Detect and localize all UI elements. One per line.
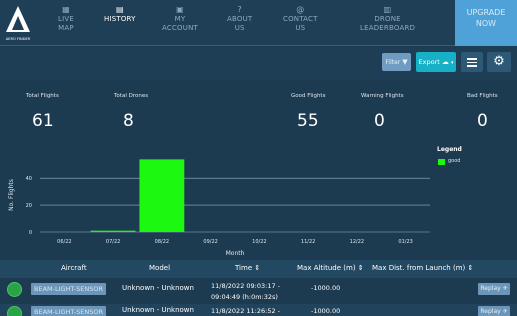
sort-icon: ⇕: [467, 264, 474, 272]
y-tick-label: 40: [26, 176, 32, 182]
map-icon: ▦: [62, 5, 70, 14]
nav-contact-us[interactable]: @ CONTACT US: [283, 5, 318, 33]
upgrade-now-button[interactable]: UPGRADE NOW: [455, 0, 517, 46]
time-cell-line1: 11/8/2022 09:03:17 -: [211, 282, 280, 290]
status-indicator-good: [7, 306, 22, 316]
model-cell: Unknown - Unknown: [122, 306, 194, 314]
aerofinder-logo[interactable]: AERO FINDER: [3, 2, 33, 44]
upgrade-label-1: UPGRADE: [466, 8, 506, 17]
nav-account-label-1: MY: [174, 15, 186, 23]
total-drones-label: Total Drones: [114, 93, 149, 99]
replay-label: Replay: [480, 308, 501, 315]
logo-text: AERO FINDER: [6, 37, 31, 41]
y-tick-label: 0: [29, 230, 32, 236]
nav-live-map[interactable]: ▦ LIVE MAP: [58, 5, 74, 33]
nav-leaderboard-label-1: DRONE: [374, 15, 401, 23]
replay-button[interactable]: Replay ✈: [478, 306, 510, 316]
x-tick-label: 01/23: [398, 239, 412, 245]
bar-07/22: [90, 230, 136, 232]
header-time[interactable]: Time ⇕: [235, 264, 260, 272]
flights-chart: 0 20 40 06/22 07/22 08/22 09/22 10/22 11/22 12/22…: [8, 159, 430, 257]
model-cell: Unknown - Unknown: [122, 284, 194, 292]
warning-flights-value: 0: [374, 111, 385, 131]
x-tick-label: 10/22: [252, 239, 266, 245]
x-axis-label: Month: [226, 250, 245, 257]
nav-contact-label-1: CONTACT: [283, 15, 318, 23]
bad-flights-value: 0: [477, 111, 488, 131]
nav-about-label-2: US: [234, 24, 245, 32]
time-cell-line2: 09:04:49 (h:0m:32s): [211, 293, 278, 301]
x-tick-label: 06/22: [57, 239, 71, 245]
contact-icon: @: [296, 5, 305, 14]
nav-live-map-label-2: MAP: [58, 24, 74, 32]
bar-08/22: [139, 159, 185, 232]
nav-drone-leaderboard[interactable]: ▥ DRONE LEADERBOARD: [360, 5, 415, 33]
cloud-icon: ☁: [441, 58, 449, 66]
legend-label-good: good: [448, 158, 461, 164]
export-label: Export: [418, 58, 440, 66]
altitude-cell: -1000.00: [311, 307, 341, 315]
menu-button[interactable]: [461, 52, 483, 72]
header-time-label: Time: [235, 264, 253, 272]
total-flights-label: Total Flights: [26, 93, 59, 99]
y-axis-label: No. Flights: [8, 179, 15, 211]
sort-icon: ⇕: [357, 264, 364, 272]
question-icon: ?: [237, 5, 242, 14]
x-tick-label: 08/22: [155, 239, 169, 245]
legend-title: Legend: [437, 146, 462, 153]
nav-about-us[interactable]: ? ABOUT US: [227, 5, 252, 33]
top-navigation: [0, 0, 517, 46]
nav-account-label-2: ACCOUNT: [162, 24, 198, 32]
header-max-distance[interactable]: Max Dist. from Launch (m) ⇕: [372, 264, 473, 272]
settings-button[interactable]: ⚙: [487, 52, 511, 72]
gear-icon: ⚙: [493, 54, 505, 69]
good-flights-label: Good Flights: [291, 93, 326, 99]
replay-label: Replay: [480, 285, 501, 292]
nav-live-map-label-1: LIVE: [58, 15, 74, 23]
x-tick-label: 07/22: [106, 239, 120, 245]
aircraft-tag[interactable]: BEAM-LIGHT-SENSOR: [31, 283, 107, 295]
hamburger-line: [467, 65, 477, 67]
drone-icon: ✈: [502, 308, 508, 315]
history-icon: ▤: [115, 5, 124, 14]
status-indicator-good: [7, 282, 22, 297]
nav-about-label-1: ABOUT: [227, 15, 253, 23]
export-button[interactable]: Export ☁ ▾: [416, 52, 456, 72]
nav-my-account[interactable]: ▣ MY ACCOUNT: [162, 5, 198, 33]
nav-history-label: HISTORY: [104, 15, 136, 23]
x-tick-label: 12/22: [350, 239, 364, 245]
x-tick-label: 11/22: [301, 239, 315, 245]
y-tick-label: 20: [26, 203, 32, 209]
altitude-cell: -1000.00: [311, 284, 341, 292]
leaderboard-icon: ▥: [383, 5, 392, 14]
nav-contact-label-2: US: [295, 24, 306, 32]
replay-button[interactable]: Replay ✈: [478, 283, 510, 295]
header-max-altitude[interactable]: Max Altitude (m) ⇕: [297, 264, 364, 272]
header-aircraft[interactable]: Aircraft: [61, 264, 87, 272]
header-model[interactable]: Model: [149, 264, 170, 272]
filter-button[interactable]: Filter ▼: [382, 53, 411, 71]
nav-leaderboard-label-2: LEADERBOARD: [360, 24, 416, 32]
bad-flights-label: Bad Flights: [467, 93, 498, 99]
total-drones-value: 8: [123, 111, 134, 131]
header-altitude-label: Max Altitude (m): [297, 264, 356, 272]
sort-icon: ⇕: [254, 264, 261, 272]
drone-icon: ✈: [502, 285, 508, 292]
account-icon: ▣: [176, 5, 184, 14]
filter-label: Filter: [385, 59, 401, 66]
aircraft-tag[interactable]: BEAM-LIGHT-SENSOR: [31, 306, 107, 316]
time-cell-line1: 11/8/2022 11:26:52 -: [211, 307, 280, 315]
x-tick-label: 09/22: [203, 239, 217, 245]
hamburger-icon: [467, 58, 477, 60]
header-distance-label: Max Dist. from Launch (m): [372, 264, 466, 272]
total-flights-value: 61: [32, 111, 54, 131]
legend-swatch-good: [438, 159, 445, 165]
hamburger-line: [467, 61, 477, 63]
filter-icon: ▼: [402, 58, 408, 66]
good-flights-value: 55: [297, 111, 319, 131]
chevron-down-icon: ▾: [450, 60, 454, 66]
nav-history[interactable]: ▤ HISTORY: [104, 5, 136, 24]
upgrade-label-2: NOW: [475, 19, 497, 28]
warning-flights-label: Warning Flights: [361, 93, 404, 99]
